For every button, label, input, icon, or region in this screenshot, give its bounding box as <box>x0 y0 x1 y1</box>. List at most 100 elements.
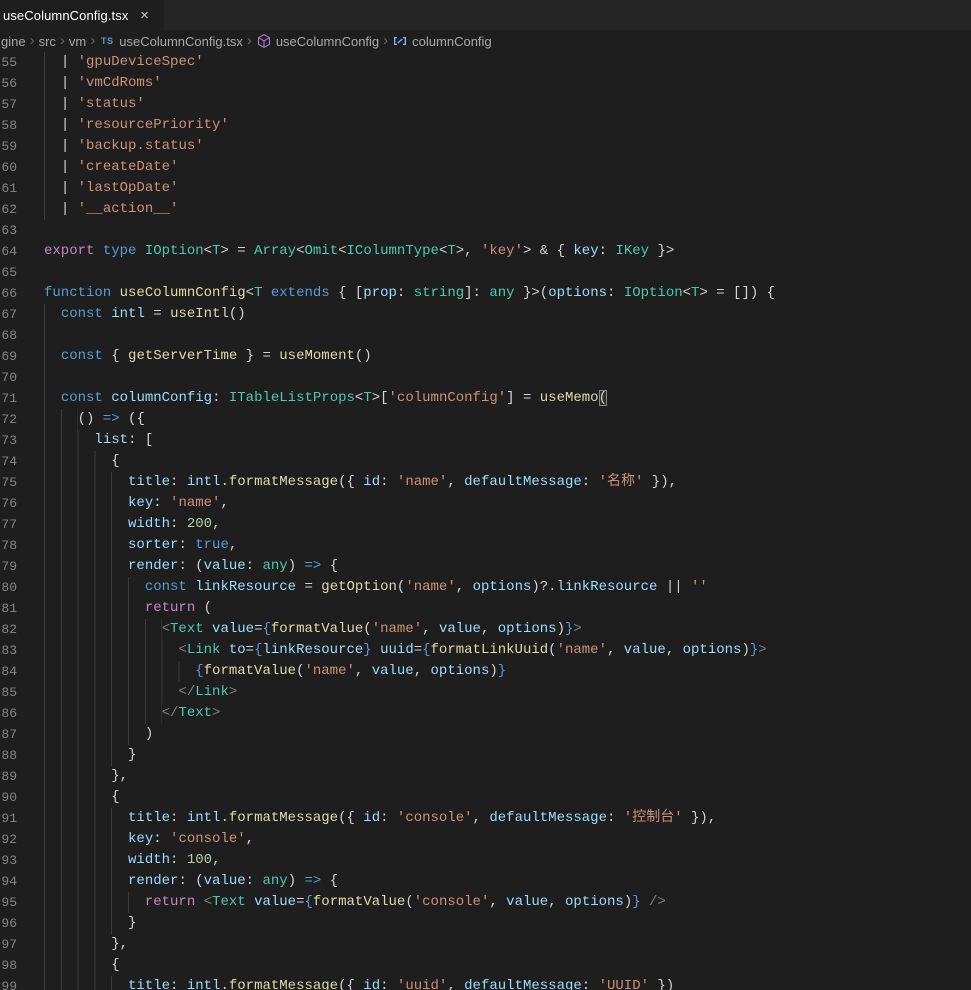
code-line[interactable]: 67 const intl = useIntl() <box>0 304 971 325</box>
line-number[interactable]: 93 <box>0 850 44 871</box>
line-number[interactable]: 84 <box>0 661 44 682</box>
line-number[interactable]: 95 <box>0 892 44 913</box>
code-line[interactable]: 80 const linkResource = getOption('name'… <box>0 577 971 598</box>
line-number[interactable]: 65 <box>0 262 44 283</box>
code-line[interactable]: 94 render: (value: any) => { <box>0 871 971 892</box>
code-line[interactable]: 90 { <box>0 787 971 808</box>
line-number[interactable]: 98 <box>0 955 44 976</box>
line-number[interactable]: 91 <box>0 808 44 829</box>
line-number[interactable]: 74 <box>0 451 44 472</box>
line-number[interactable]: 76 <box>0 493 44 514</box>
code-line[interactable]: 68 <box>0 325 971 346</box>
line-number[interactable]: 88 <box>0 745 44 766</box>
line-number[interactable]: 79 <box>0 556 44 577</box>
line-number[interactable]: 66 <box>0 283 44 304</box>
line-number[interactable]: 68 <box>0 325 44 346</box>
code-line[interactable]: 55 | 'gpuDeviceSpec' <box>0 52 971 73</box>
code-line[interactable]: 58 | 'resourcePriority' <box>0 115 971 136</box>
line-number[interactable]: 77 <box>0 514 44 535</box>
line-number[interactable]: 86 <box>0 703 44 724</box>
breadcrumb-item-usecolumnconfig[interactable]: useColumnConfig <box>256 33 379 49</box>
breadcrumb-item-vm[interactable]: vm <box>69 34 86 49</box>
line-number[interactable]: 78 <box>0 535 44 556</box>
line-number[interactable]: 94 <box>0 871 44 892</box>
code-line[interactable]: 86 </Text> <box>0 703 971 724</box>
line-number[interactable]: 57 <box>0 94 44 115</box>
line-number[interactable]: 55 <box>0 52 44 73</box>
line-number[interactable]: 87 <box>0 724 44 745</box>
code-line[interactable]: 77 width: 200, <box>0 514 971 535</box>
line-number[interactable]: 80 <box>0 577 44 598</box>
line-number[interactable]: 58 <box>0 115 44 136</box>
breadcrumb-item-gine[interactable]: gine <box>1 34 26 49</box>
code-line[interactable]: 65 <box>0 262 971 283</box>
code-line[interactable]: 99 title: intl.formatMessage({ id: 'uuid… <box>0 976 971 990</box>
line-number[interactable]: 70 <box>0 367 44 388</box>
line-number[interactable]: 73 <box>0 430 44 451</box>
code-line[interactable]: 66function useColumnConfig<T extends { [… <box>0 283 971 304</box>
code-line[interactable]: 93 width: 100, <box>0 850 971 871</box>
line-number[interactable]: 82 <box>0 619 44 640</box>
breadcrumb-item-columnconfig[interactable]: columnConfig <box>392 33 492 49</box>
line-number[interactable]: 69 <box>0 346 44 367</box>
code-line[interactable]: 79 render: (value: any) => { <box>0 556 971 577</box>
code-text: export type IOption<T> = Array<Omit<ICol… <box>44 241 971 262</box>
code-line[interactable]: 70 <box>0 367 971 388</box>
breadcrumb-item-src[interactable]: src <box>39 34 56 49</box>
line-number[interactable]: 81 <box>0 598 44 619</box>
line-number[interactable]: 60 <box>0 157 44 178</box>
line-number[interactable]: 96 <box>0 913 44 934</box>
code-line[interactable]: 69 const { getServerTime } = useMoment() <box>0 346 971 367</box>
code-line[interactable]: 85 </Link> <box>0 682 971 703</box>
code-line[interactable]: 56 | 'vmCdRoms' <box>0 73 971 94</box>
close-icon[interactable]: × <box>136 8 152 23</box>
code-line[interactable]: 97 }, <box>0 934 971 955</box>
code-line[interactable]: 71 const columnConfig: ITableListProps<T… <box>0 388 971 409</box>
code-line[interactable]: 89 }, <box>0 766 971 787</box>
line-number[interactable]: 99 <box>0 976 44 990</box>
line-number[interactable]: 85 <box>0 682 44 703</box>
code-line[interactable]: 57 | 'status' <box>0 94 971 115</box>
code-line[interactable]: 96 } <box>0 913 971 934</box>
code-line[interactable]: 61 | 'lastOpDate' <box>0 178 971 199</box>
code-line[interactable]: 72 () => ({ <box>0 409 971 430</box>
code-line[interactable]: 78 sorter: true, <box>0 535 971 556</box>
line-number[interactable]: 61 <box>0 178 44 199</box>
line-number[interactable]: 97 <box>0 934 44 955</box>
line-number[interactable]: 71 <box>0 388 44 409</box>
breadcrumb-item-usecolumnconfig-tsx[interactable]: TSuseColumnConfig.tsx <box>99 33 243 49</box>
line-number[interactable]: 56 <box>0 73 44 94</box>
tab-usecolumnconfig[interactable]: useColumnConfig.tsx × <box>0 0 165 30</box>
line-number[interactable]: 63 <box>0 220 44 241</box>
code-line[interactable]: 75 title: intl.formatMessage({ id: 'name… <box>0 472 971 493</box>
code-line[interactable]: 82 <Text value={formatValue('name', valu… <box>0 619 971 640</box>
line-number[interactable]: 67 <box>0 304 44 325</box>
line-number[interactable]: 62 <box>0 199 44 220</box>
line-number[interactable]: 64 <box>0 241 44 262</box>
code-line[interactable]: 83 <Link to={linkResource} uuid={formatL… <box>0 640 971 661</box>
line-number[interactable]: 72 <box>0 409 44 430</box>
code-line[interactable]: 87 ) <box>0 724 971 745</box>
line-number[interactable]: 59 <box>0 136 44 157</box>
code-line[interactable]: 98 { <box>0 955 971 976</box>
code-line[interactable]: 84 {formatValue('name', value, options)} <box>0 661 971 682</box>
line-number[interactable]: 92 <box>0 829 44 850</box>
line-number[interactable]: 89 <box>0 766 44 787</box>
code-line[interactable]: 95 return <Text value={formatValue('cons… <box>0 892 971 913</box>
code-line[interactable]: 62 | '__action__' <box>0 199 971 220</box>
code-line[interactable]: 63 <box>0 220 971 241</box>
line-number[interactable]: 83 <box>0 640 44 661</box>
code-line[interactable]: 59 | 'backup.status' <box>0 136 971 157</box>
code-line[interactable]: 60 | 'createDate' <box>0 157 971 178</box>
code-line[interactable]: 88 } <box>0 745 971 766</box>
code-line[interactable]: 74 { <box>0 451 971 472</box>
code-line[interactable]: 73 list: [ <box>0 430 971 451</box>
line-number[interactable]: 90 <box>0 787 44 808</box>
code-line[interactable]: 81 return ( <box>0 598 971 619</box>
code-editor[interactable]: 55 | 'gpuDeviceSpec'56 | 'vmCdRoms'57 | … <box>0 52 971 990</box>
line-number[interactable]: 75 <box>0 472 44 493</box>
code-line[interactable]: 92 key: 'console', <box>0 829 971 850</box>
code-line[interactable]: 64export type IOption<T> = Array<Omit<IC… <box>0 241 971 262</box>
code-line[interactable]: 76 key: 'name', <box>0 493 971 514</box>
code-line[interactable]: 91 title: intl.formatMessage({ id: 'cons… <box>0 808 971 829</box>
